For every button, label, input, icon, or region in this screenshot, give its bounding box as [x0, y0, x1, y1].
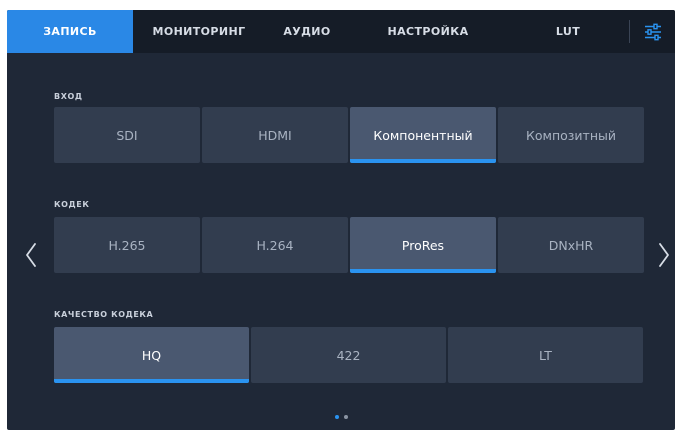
tab-record[interactable]: ЗАПИСЬ — [7, 10, 133, 53]
page-dot-active[interactable] — [334, 415, 339, 419]
codec-option-h265[interactable]: H.265 — [54, 217, 200, 273]
input-option-component[interactable]: Компонентный — [350, 107, 496, 163]
codec-quality-label: КАЧЕСТВО КОДЕКА — [54, 310, 154, 319]
page-dot[interactable] — [343, 415, 348, 419]
input-option-hdmi[interactable]: HDMI — [202, 107, 348, 163]
quality-option-hq[interactable]: HQ — [54, 327, 249, 383]
input-option-sdi[interactable]: SDI — [54, 107, 200, 163]
codec-option-dnxhr[interactable]: DNxHR — [498, 217, 644, 273]
input-label: ВХОД — [54, 92, 83, 101]
next-page-button[interactable] — [653, 238, 675, 272]
recorder-screen: ЗАПИСЬ МОНИТОРИНГ АУДИО НАСТРОЙКА LUT ВХ… — [7, 10, 675, 430]
tab-lut[interactable]: LUT — [507, 10, 629, 53]
chevron-left-icon — [26, 243, 36, 267]
codec-label: КОДЕК — [54, 200, 90, 209]
tab-bar: ЗАПИСЬ МОНИТОРИНГ АУДИО НАСТРОЙКА LUT — [7, 10, 675, 53]
input-selector: SDI HDMI Компонентный Композитный — [54, 107, 644, 163]
quality-option-lt[interactable]: LT — [448, 327, 643, 383]
codec-quality-selector: HQ 422 LT — [54, 327, 643, 383]
input-option-composite[interactable]: Композитный — [498, 107, 644, 163]
settings-button[interactable] — [630, 10, 675, 53]
chevron-right-icon — [659, 243, 669, 267]
sliders-icon — [644, 23, 661, 40]
quality-option-422[interactable]: 422 — [251, 327, 446, 383]
prev-page-button[interactable] — [20, 238, 42, 272]
tab-monitoring[interactable]: МОНИТОРИНГ — [133, 10, 265, 53]
codec-option-prores[interactable]: ProRes — [350, 217, 496, 273]
codec-selector: H.265 H.264 ProRes DNxHR — [54, 217, 644, 273]
tab-settings[interactable]: НАСТРОЙКА — [349, 10, 507, 53]
tab-audio[interactable]: АУДИО — [265, 10, 349, 53]
codec-option-h264[interactable]: H.264 — [202, 217, 348, 273]
page-indicator — [7, 415, 675, 419]
